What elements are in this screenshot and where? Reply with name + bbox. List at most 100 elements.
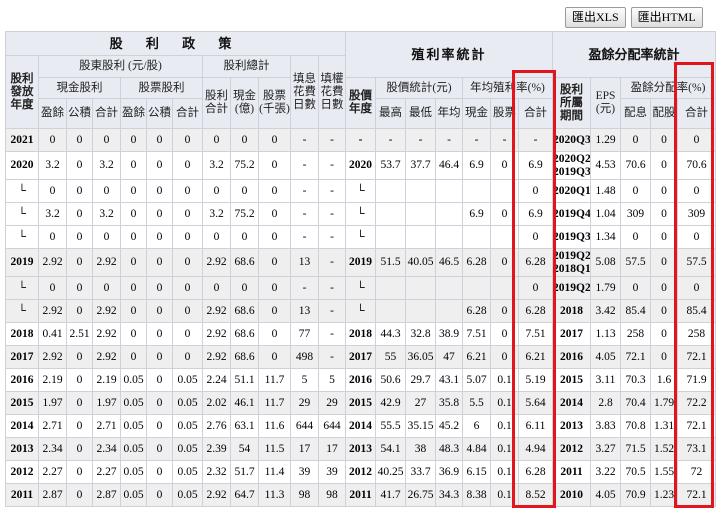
cell-stock-amount: 11.7	[258, 368, 291, 392]
cell-stock-earnings: 0	[120, 128, 147, 152]
header-dividend-period: 股利 所屬 期間	[552, 77, 592, 129]
cell-cash-reserve: 0	[66, 248, 93, 277]
cell-price-year: └	[345, 179, 377, 203]
cell-price-low: 29.7	[405, 368, 437, 392]
cell-price-high: 54.1	[375, 437, 407, 461]
cell-stock-payout: 0	[650, 179, 679, 203]
cell-total-payout: 0	[677, 276, 717, 300]
cell-price-year: 2015	[345, 391, 377, 415]
cell-stock-payout: 0	[650, 128, 679, 152]
cell-cash-payout: 0	[620, 128, 652, 152]
cell-cash-amount: 51.7	[230, 460, 259, 484]
header-dividend-sum: 股利 合計	[202, 77, 231, 129]
cell-stock-amount: 0	[258, 128, 291, 152]
cell-price-high: 55.5	[375, 414, 407, 438]
cell-dividend-year: └	[5, 179, 39, 203]
cell-stock-earnings: 0.05	[120, 414, 147, 438]
cell-cash-total: 0	[92, 128, 121, 152]
export-html-button[interactable]: 匯出HTML	[630, 7, 703, 28]
cell-price-avg	[435, 202, 464, 226]
cell-cash-earnings: 2.27	[38, 460, 67, 484]
cell-stock-amount: 0	[258, 248, 291, 277]
cell-cash-reserve: 0	[66, 202, 93, 226]
cell-dividend-period: 2019Q3	[552, 225, 592, 249]
cell-stock-reserve: 0	[146, 276, 173, 300]
cell-cash-earnings: 3.2	[38, 202, 67, 226]
cell-dividend-period: 2020Q2 2019Q3	[552, 151, 592, 180]
cell-total-payout: 71.9	[677, 368, 717, 392]
cell-cash-yield: 5.5	[462, 391, 492, 415]
cell-stock-reserve: 0	[146, 460, 173, 484]
cell-price-year: 2016	[345, 368, 377, 392]
cell-dividend-period: 2013	[552, 414, 592, 438]
cell-stock-total: 0	[172, 151, 203, 180]
cell-cash-reserve: 2.51	[66, 322, 93, 346]
export-xls-button[interactable]: 匯出XLS	[565, 7, 626, 28]
cell-price-low: 27	[405, 391, 437, 415]
cell-fill-rights-days: -	[317, 179, 347, 203]
cell-eps: 1.48	[590, 179, 622, 203]
table-row: └ 0 0 0 0 0 0 0 0 0- - └ 0 2019Q2 1.79 0 0 0	[5, 276, 717, 300]
cell-cash-earnings: 3.2	[38, 151, 67, 180]
cell-fill-rights-days: -	[317, 151, 347, 180]
cell-dividend-year: 2013	[5, 437, 39, 461]
cell-fill-dividend-days: 29	[290, 391, 319, 415]
cell-cash-total: 2.92	[92, 345, 121, 369]
cell-fill-dividend-days: 644	[290, 414, 319, 438]
cell-stock-reserve: 0	[146, 151, 173, 180]
cell-cash-yield	[462, 179, 492, 203]
header-total-yield: 合計	[518, 98, 554, 129]
cell-cash-total: 3.2	[92, 202, 121, 226]
cell-cash-reserve: 0	[66, 276, 93, 300]
cell-stock-yield	[490, 179, 520, 203]
cell-stock-payout: 0	[650, 202, 679, 226]
cell-stock-payout: 1.55	[650, 460, 679, 484]
table-row: 2017 2.92 0 2.92 0 0 0 2.92 68.6 0 498-2017 55 36.05…	[5, 345, 717, 369]
cell-stock-total: 0	[172, 248, 203, 277]
header-stock-amount: 股票 (千張)	[258, 77, 291, 129]
table-row: └ 0 0 0 0 0 0 0 0 0- - └ 0 2019Q3 1.34 0 0 0	[5, 225, 717, 249]
cell-price-year: 2012	[345, 460, 377, 484]
cell-stock-total: 0	[172, 225, 203, 249]
cell-price-year: └	[345, 225, 377, 249]
cell-cash-amount: 75.2	[230, 202, 259, 226]
cell-stock-reserve: 0	[146, 299, 173, 323]
header-shareholder-dividend: 股東股利 (元/股)	[38, 55, 203, 78]
cell-price-avg: 47	[435, 345, 464, 369]
cell-stock-total: 0	[172, 299, 203, 323]
cell-dividend-sum: 0	[202, 128, 231, 152]
cell-stock-yield: 0	[490, 322, 520, 346]
cell-stock-yield: 0	[490, 248, 520, 277]
cell-dividend-year: 2017	[5, 345, 39, 369]
cell-total-payout: 309	[677, 202, 717, 226]
cell-dividend-sum: 0	[202, 276, 231, 300]
cell-cash-total: 2.87	[92, 483, 121, 507]
cell-cash-amount: 63.1	[230, 414, 259, 438]
table-row: 2014 2.71 0 2.71 0.05 0 0.05 2.76 63.1 11.6 644 644…	[5, 414, 717, 438]
cell-dividend-year: 2014	[5, 414, 39, 438]
cell-stock-reserve: 0	[146, 248, 173, 277]
cell-price-high: 41.7	[375, 483, 407, 507]
cell-dividend-sum: 2.76	[202, 414, 231, 438]
cell-stock-payout: 1.52	[650, 437, 679, 461]
cell-price-year: 2014	[345, 414, 377, 438]
cell-price-year: 2013	[345, 437, 377, 461]
cell-dividend-period: 2019Q4	[552, 202, 592, 226]
dividend-table: 股 利 政 策 殖利率統計 盈餘分配率統計 股利 發放 年度 股東股利 (元/股…	[4, 31, 717, 507]
cell-price-high: -	[375, 128, 407, 152]
cell-price-low: 26.75	[405, 483, 437, 507]
cell-price-year: -	[345, 128, 377, 152]
cell-stock-total: 0	[172, 345, 203, 369]
cell-cash-payout: 72.1	[620, 345, 652, 369]
cell-cash-amount: 75.2	[230, 151, 259, 180]
cell-fill-rights-days: 98	[317, 483, 347, 507]
cell-price-year: 2017	[345, 345, 377, 369]
cell-stock-reserve: 0	[146, 483, 173, 507]
cell-dividend-sum: 2.92	[202, 299, 231, 323]
cell-dividend-period: 2019Q2 2018Q1	[552, 248, 592, 277]
cell-cash-total: 0	[92, 276, 121, 300]
header-cash-earnings: 盈餘	[38, 98, 67, 129]
cell-cash-total: 2.92	[92, 299, 121, 323]
table-row: 2013 2.34 0 2.34 0.05 0 0.05 2.39 54 11.5 17 17 2013…	[5, 437, 717, 461]
table-row: └ 0 0 0 0 0 0 0 0 0- - └ 0 2020Q1 1.48 0 0 0	[5, 179, 717, 203]
